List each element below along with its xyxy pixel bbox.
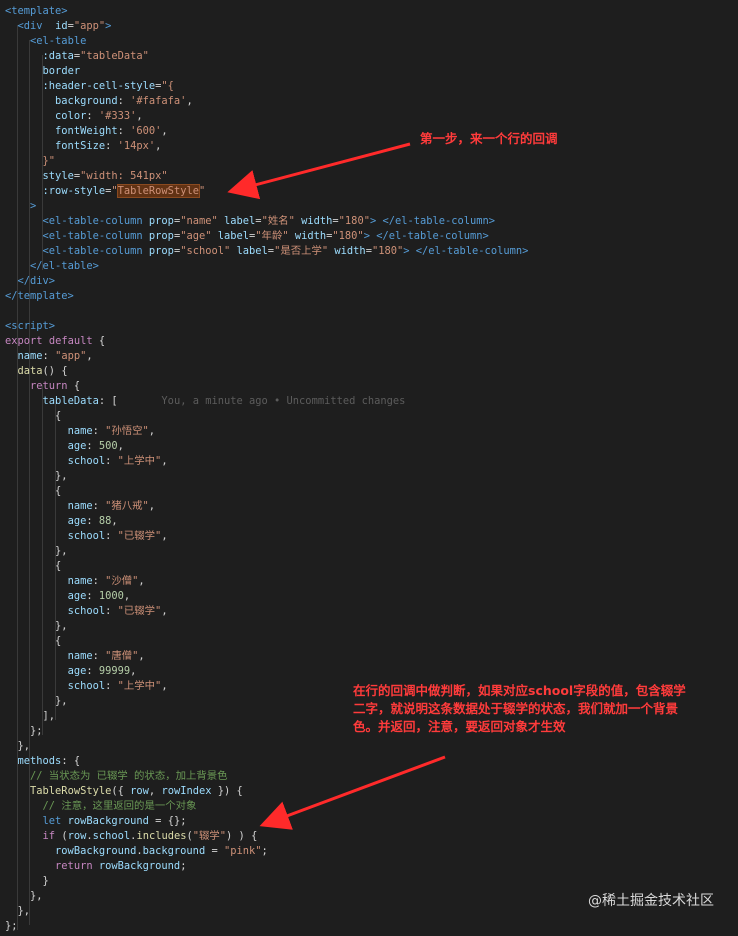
annotation-step2-line2: 二字，就说明这条数据处于辍学的状态，我们就加一个背景 xyxy=(353,701,679,716)
arrow-to-table-row-style xyxy=(259,755,446,830)
arrow-to-row-style xyxy=(227,142,411,200)
annotation-step2-line3: 色。并返回，注意，要返回对象才生效 xyxy=(353,719,566,734)
watermark: @稀土掘金技术社区 xyxy=(588,893,714,909)
annotation-step2-line1: 在行的回调中做判断，如果对应school字段的值，包含辍学 xyxy=(353,683,686,698)
annotation-step1: 第一步，来一个行的回调 xyxy=(420,131,558,146)
annotation-arrows xyxy=(227,142,446,830)
